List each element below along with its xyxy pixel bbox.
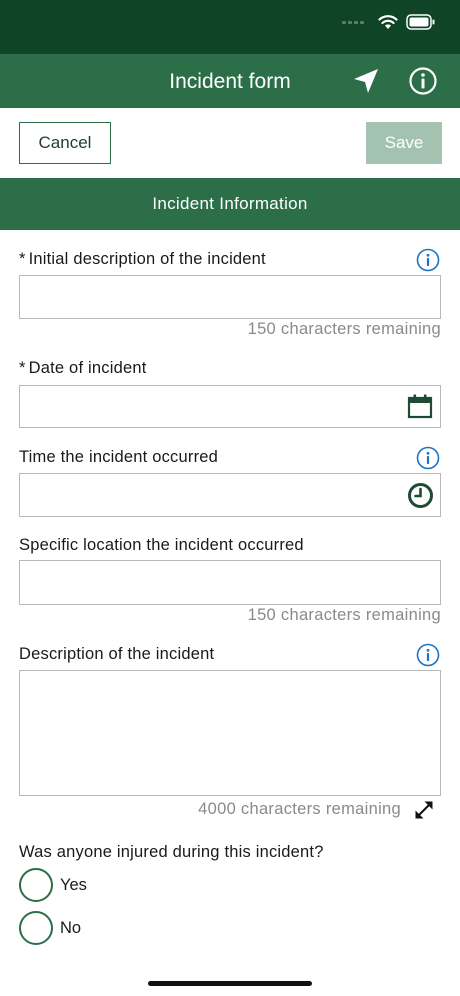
status-bar — [0, 0, 460, 54]
initial-description-counter: 150 characters remaining — [247, 320, 441, 338]
info-icon[interactable] — [408, 66, 438, 96]
wifi-icon — [378, 15, 398, 29]
radio-yes[interactable] — [19, 868, 53, 902]
location-input[interactable] — [19, 560, 441, 605]
home-indicator — [148, 981, 312, 986]
info-icon[interactable] — [416, 643, 440, 667]
initial-description-input[interactable] — [19, 275, 441, 319]
date-label: * Date of incident — [19, 359, 146, 378]
initial-description-label-text: Initial description of the incident — [28, 250, 266, 268]
section-header: Incident Information — [0, 178, 460, 230]
clock-icon[interactable] — [407, 482, 434, 509]
description-textarea[interactable] — [19, 670, 441, 796]
app-bar: Incident form — [0, 54, 460, 108]
save-button[interactable]: Save — [366, 122, 442, 164]
cancel-button[interactable]: Cancel — [19, 122, 111, 164]
page-title: Incident form — [169, 70, 291, 93]
description-counter: 4000 characters remaining — [198, 800, 401, 818]
time-input[interactable] — [19, 473, 441, 517]
radio-yes-label: Yes — [60, 876, 87, 894]
location-label: Specific location the incident occurred — [19, 536, 304, 554]
time-label: Time the incident occurred — [19, 448, 219, 466]
expand-icon[interactable] — [411, 797, 437, 823]
radio-no[interactable] — [19, 911, 53, 945]
date-label-text: Date of incident — [28, 359, 147, 377]
injury-question-label: Was anyone injured during this incident? — [19, 843, 324, 861]
required-marker: * — [19, 359, 26, 377]
signal-icon — [342, 20, 364, 24]
info-icon[interactable] — [416, 248, 440, 272]
location-counter: 150 characters remaining — [247, 606, 441, 624]
required-marker: * — [19, 250, 26, 268]
radio-no-label: No — [60, 919, 82, 937]
description-label: Description of the incident — [19, 645, 215, 663]
info-icon[interactable] — [416, 446, 440, 470]
location-arrow-icon[interactable] — [351, 66, 381, 96]
date-input[interactable] — [19, 385, 441, 428]
status-icons — [342, 14, 436, 30]
battery-icon — [406, 14, 435, 30]
action-row: Cancel Save — [0, 108, 460, 178]
initial-description-label: * Initial description of the incident — [19, 250, 266, 269]
calendar-icon[interactable] — [407, 393, 433, 419]
